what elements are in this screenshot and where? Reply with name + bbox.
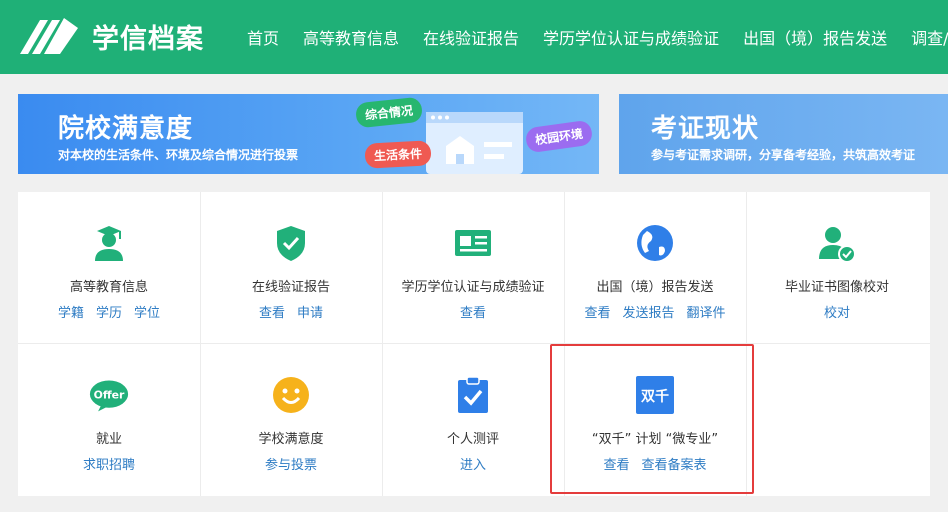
service-school-satisfaction: 学校满意度 参与投票 bbox=[200, 344, 382, 495]
svg-text:Offer: Offer bbox=[94, 389, 125, 402]
service-title: 个人测评 bbox=[446, 432, 499, 447]
banner-subtitle: 对本校的生活条件、环境及综合情况进行投票 bbox=[58, 148, 299, 162]
link-student-status[interactable]: 学籍 bbox=[58, 306, 84, 321]
nav-overseas-report[interactable]: 出国（境）报告发送 bbox=[743, 25, 887, 49]
id-card-icon bbox=[453, 223, 493, 263]
selection-highlight-box bbox=[550, 344, 754, 494]
service-higher-education: 高等教育信息 学籍 学历 学位 bbox=[18, 192, 200, 343]
service-personal-assessment: 个人测评 进入 bbox=[382, 344, 564, 495]
certificate-banner[interactable]: 考证现状 参与考证需求调研，分享备考经验，共筑高效考证 bbox=[619, 94, 948, 174]
satisfaction-banner[interactable]: 院校满意度 对本校的生活条件、环境及综合情况进行投票 综合情况 生活条件 校园环… bbox=[18, 94, 599, 174]
link-apply[interactable]: 申请 bbox=[297, 306, 323, 321]
graduate-icon bbox=[89, 223, 129, 263]
shield-check-icon bbox=[271, 223, 311, 263]
link-send-report[interactable]: 发送报告 bbox=[622, 306, 674, 321]
banner-title: 考证现状 bbox=[651, 114, 760, 144]
nav-home[interactable]: 首页 bbox=[247, 25, 279, 49]
link-vote[interactable]: 参与投票 bbox=[265, 458, 317, 473]
clipboard-check-icon bbox=[453, 375, 493, 415]
smiley-icon bbox=[271, 375, 311, 415]
banner-title: 院校满意度 bbox=[58, 114, 194, 144]
nav-survey[interactable]: 调查/ bbox=[911, 25, 948, 49]
service-title: 出国（境）报告发送 bbox=[596, 280, 714, 295]
link-view[interactable]: 查看 bbox=[584, 306, 610, 321]
link-translation[interactable]: 翻译件 bbox=[687, 306, 726, 321]
service-employment: Offer 就业 求职招聘 bbox=[18, 344, 200, 495]
globe-icon bbox=[635, 223, 675, 263]
service-title: 高等教育信息 bbox=[69, 280, 148, 295]
user-check-icon bbox=[817, 223, 857, 263]
link-proofread[interactable]: 校对 bbox=[824, 306, 850, 321]
service-title: 毕业证书图像校对 bbox=[784, 280, 889, 295]
nav-degree-certification[interactable]: 学历学位认证与成绩验证 bbox=[543, 25, 719, 49]
service-title: 学历学位认证与成绩验证 bbox=[401, 280, 545, 295]
tag-living: 生活条件 bbox=[364, 140, 432, 169]
service-degree-certification: 学历学位认证与成绩验证 查看 bbox=[382, 192, 564, 343]
top-navigation-bar: 学信档案 首页 高等教育信息 在线验证报告 学历学位认证与成绩验证 出国（境）报… bbox=[0, 0, 948, 74]
empty-cell bbox=[746, 344, 928, 495]
service-overseas-report: 出国（境）报告发送 查看 发送报告 翻译件 bbox=[564, 192, 746, 343]
nav-online-verification[interactable]: 在线验证报告 bbox=[423, 25, 519, 49]
service-grid: 高等教育信息 学籍 学历 学位 在线验证报告 查看 申请 学历学位认证与成绩验证 查看… bbox=[18, 192, 930, 496]
link-job-search[interactable]: 求职招聘 bbox=[83, 458, 135, 473]
site-logo[interactable]: 学信档案 bbox=[18, 14, 204, 58]
tag-campus: 校园环境 bbox=[524, 119, 594, 154]
service-title: 学校满意度 bbox=[258, 432, 324, 447]
nav-higher-education[interactable]: 高等教育信息 bbox=[303, 25, 399, 49]
banner-subtitle: 参与考证需求调研，分享备考经验，共筑高效考证 bbox=[651, 148, 916, 162]
service-title: 在线验证报告 bbox=[251, 280, 330, 295]
link-enter[interactable]: 进入 bbox=[460, 458, 486, 473]
service-title: 就业 bbox=[95, 432, 122, 447]
offer-icon: Offer bbox=[89, 375, 129, 415]
link-education[interactable]: 学历 bbox=[96, 306, 122, 321]
main-nav: 首页 高等教育信息 在线验证报告 学历学位认证与成绩验证 出国（境）报告发送 调… bbox=[247, 0, 948, 74]
link-degree[interactable]: 学位 bbox=[134, 306, 160, 321]
book-logo-icon bbox=[20, 18, 78, 54]
tag-overall: 综合情况 bbox=[354, 96, 424, 129]
service-online-verification: 在线验证报告 查看 申请 bbox=[200, 192, 382, 343]
school-illustration bbox=[426, 112, 523, 174]
service-certificate-proofreading: 毕业证书图像校对 校对 bbox=[746, 192, 928, 343]
logo-text: 学信档案 bbox=[92, 23, 204, 55]
link-view[interactable]: 查看 bbox=[460, 306, 486, 321]
link-view[interactable]: 查看 bbox=[259, 306, 285, 321]
